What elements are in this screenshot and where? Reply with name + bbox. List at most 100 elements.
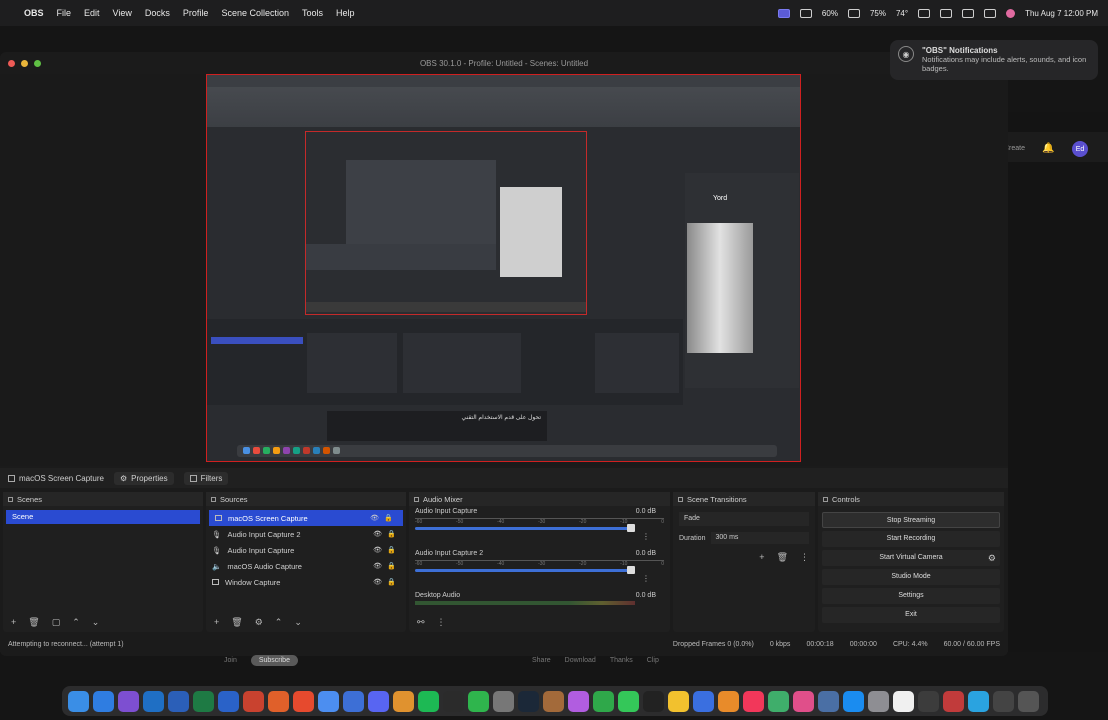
link-icon[interactable]: ⚯ xyxy=(417,617,425,628)
studio-mode-button[interactable]: Studio Mode xyxy=(822,569,1000,585)
whatsapp-icon[interactable] xyxy=(468,690,489,712)
music-icon[interactable] xyxy=(743,690,764,712)
menu-clock[interactable]: Thu Aug 7 12:00 PM xyxy=(1025,9,1098,18)
excel-icon[interactable] xyxy=(193,690,214,712)
dictionary-icon[interactable] xyxy=(943,690,964,712)
facetime-icon[interactable] xyxy=(593,690,614,712)
start-recording-button[interactable]: Start Recording xyxy=(822,531,1000,547)
notes-icon[interactable] xyxy=(543,690,564,712)
settings-button[interactable]: Settings xyxy=(822,588,1000,604)
remove-source-icon[interactable]: 🗑 xyxy=(231,617,242,628)
scene-item[interactable]: Scene xyxy=(6,510,200,524)
app-store-icon[interactable] xyxy=(843,690,864,712)
menu-scene-collection[interactable]: Scene Collection xyxy=(221,8,289,18)
properties-button[interactable]: ⚙ Properties xyxy=(113,471,174,485)
preview-app-icon[interactable] xyxy=(693,690,714,712)
volume-slider-handle[interactable] xyxy=(627,566,635,574)
screen-share-icon[interactable] xyxy=(777,8,790,18)
vlc-icon[interactable] xyxy=(718,690,739,712)
add-source-icon[interactable]: + xyxy=(214,617,219,627)
kebab-menu-icon[interactable]: ⋮ xyxy=(800,552,809,563)
battery-icon[interactable] xyxy=(847,8,860,18)
podcasts-icon[interactable] xyxy=(568,690,589,712)
calendar-icon[interactable] xyxy=(893,690,914,712)
eye-icon[interactable]: 👁 xyxy=(373,530,382,538)
filters-button[interactable]: Filters xyxy=(183,471,229,485)
download-button[interactable]: Download xyxy=(565,657,596,664)
lock-icon[interactable]: 🔒 xyxy=(387,546,396,554)
join-button[interactable]: Join xyxy=(224,657,237,664)
cpu-icon[interactable] xyxy=(799,8,812,18)
add-scene-icon[interactable]: + xyxy=(11,617,16,627)
display-icon[interactable] xyxy=(918,8,931,18)
subscribe-button[interactable]: Subscribe xyxy=(250,654,298,666)
clip-button[interactable]: Clip xyxy=(647,657,659,664)
lock-icon[interactable]: 🔒 xyxy=(384,514,393,522)
discord-icon[interactable] xyxy=(368,690,389,712)
brave-icon[interactable] xyxy=(268,690,289,712)
teams-icon[interactable] xyxy=(343,690,364,712)
vscode-icon[interactable] xyxy=(143,690,164,712)
menu-edit[interactable]: Edit xyxy=(84,8,100,18)
obs-icon[interactable] xyxy=(443,690,464,712)
eye-icon[interactable]: 👁 xyxy=(373,578,382,586)
menu-view[interactable]: View xyxy=(113,8,132,18)
screens-icon[interactable] xyxy=(818,690,839,712)
activity-monitor-icon[interactable] xyxy=(993,690,1014,712)
photos-icon[interactable] xyxy=(793,690,814,712)
kebab-menu-icon[interactable]: ⋮ xyxy=(642,532,650,541)
stop-streaming-button[interactable]: Stop Streaming xyxy=(822,512,1000,528)
menu-help[interactable]: Help xyxy=(336,8,355,18)
share-button[interactable]: Share xyxy=(532,657,551,664)
move-down-icon[interactable]: ⌄ xyxy=(294,617,302,628)
bell-icon[interactable]: 🔔 xyxy=(1042,143,1054,154)
kebab-menu-icon[interactable]: ⋮ xyxy=(642,574,650,583)
firefox-icon[interactable] xyxy=(293,690,314,712)
outlook-icon[interactable] xyxy=(218,690,239,712)
gear-icon[interactable]: ⚙ xyxy=(988,550,996,566)
folder-icon[interactable] xyxy=(918,690,939,712)
volume-slider[interactable] xyxy=(415,524,635,532)
wifi-icon[interactable] xyxy=(962,8,975,18)
start-virtual-camera-button[interactable]: Start Virtual Camera xyxy=(879,554,942,561)
kebab-menu-icon[interactable]: ⋮ xyxy=(437,617,446,628)
github-icon[interactable] xyxy=(118,690,139,712)
exit-button[interactable]: Exit xyxy=(822,607,1000,623)
source-row[interactable]: 🎙 Audio Input Capture 2 👁 🔒 xyxy=(206,526,406,542)
clock-icon[interactable] xyxy=(493,690,514,712)
siri-icon[interactable] xyxy=(1006,8,1016,18)
lock-icon[interactable]: 🔒 xyxy=(387,530,396,538)
transition-select[interactable]: Fade xyxy=(679,512,809,526)
chrome-icon[interactable] xyxy=(318,690,339,712)
steam-icon[interactable] xyxy=(518,690,539,712)
system-settings-icon[interactable] xyxy=(868,690,889,712)
books-icon[interactable] xyxy=(393,690,414,712)
play-icon[interactable] xyxy=(940,8,953,18)
trash-icon[interactable] xyxy=(1018,690,1039,712)
spotify-icon[interactable] xyxy=(418,690,439,712)
terminal-icon[interactable] xyxy=(643,690,664,712)
lock-icon[interactable]: 🔒 xyxy=(387,562,396,570)
move-up-icon[interactable]: ⌃ xyxy=(72,617,80,628)
telegram-icon[interactable] xyxy=(968,690,989,712)
avatar[interactable]: Ed xyxy=(1072,141,1088,157)
safari-icon[interactable] xyxy=(93,690,114,712)
eye-icon[interactable]: 👁 xyxy=(370,514,379,522)
remove-scene-icon[interactable]: 🗑 xyxy=(28,617,39,628)
eye-icon[interactable]: 👁 xyxy=(373,546,382,554)
search-icon[interactable] xyxy=(984,8,997,18)
stickies-icon[interactable] xyxy=(668,690,689,712)
maps-icon[interactable] xyxy=(768,690,789,712)
remove-transition-icon[interactable]: 🗑 xyxy=(777,552,788,563)
volume-slider-handle[interactable] xyxy=(627,524,635,532)
source-properties-icon[interactable]: ⚙ xyxy=(255,617,263,628)
finder-icon[interactable] xyxy=(68,690,89,712)
duration-input[interactable]: 300 ms xyxy=(711,532,809,544)
program-preview[interactable]: Yord تحول على قدم الاستخدام التقني xyxy=(206,74,801,462)
source-row[interactable]: macOS Screen Capture 👁 🔒 xyxy=(209,510,403,526)
menu-profile[interactable]: Profile xyxy=(183,8,209,18)
scene-filters-icon[interactable]: ▢ xyxy=(52,617,61,628)
eye-icon[interactable]: 👁 xyxy=(373,562,382,570)
menu-file[interactable]: File xyxy=(57,8,72,18)
word-icon[interactable] xyxy=(168,690,189,712)
